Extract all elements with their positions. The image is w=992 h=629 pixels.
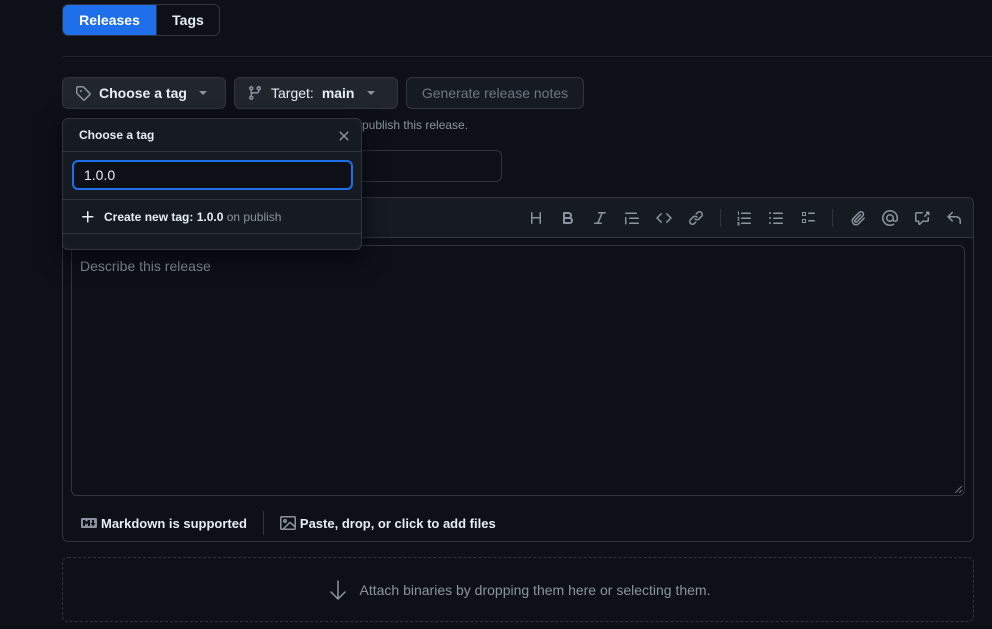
releases-tags-switch: Releases Tags — [62, 4, 220, 36]
branch-icon — [247, 85, 263, 101]
tag-filter-input[interactable] — [72, 160, 353, 190]
target-branch-button[interactable]: Target: main — [234, 77, 398, 109]
undo-icon[interactable] — [944, 208, 964, 228]
tab-tags[interactable]: Tags — [156, 5, 219, 35]
footer-divider — [262, 511, 264, 535]
tab-releases[interactable]: Releases — [63, 5, 156, 35]
markdown-label: Markdown is supported — [101, 515, 247, 531]
quote-icon[interactable] — [622, 208, 642, 228]
target-prefix: Target: — [271, 85, 314, 101]
tag-filter-row — [63, 152, 361, 200]
generate-release-notes-button[interactable]: Generate release notes — [406, 77, 584, 109]
release-title-input[interactable] — [356, 150, 502, 182]
chevron-down-icon — [366, 91, 375, 95]
textarea-placeholder: Describe this release — [80, 258, 211, 274]
toolbar-divider — [720, 209, 721, 227]
create-tag-prefix: Create new tag: — [104, 209, 194, 224]
code-icon[interactable] — [654, 208, 674, 228]
mention-icon[interactable] — [880, 208, 900, 228]
attachment-icon[interactable] — [848, 208, 868, 228]
toolbar-divider — [832, 209, 833, 227]
link-icon[interactable] — [686, 208, 706, 228]
release-description-textarea[interactable]: Describe this release — [71, 245, 965, 496]
resize-handle-icon[interactable] — [955, 486, 962, 493]
chevron-down-icon — [198, 91, 207, 95]
tag-icon — [75, 85, 91, 101]
create-tag-suffix: on publish — [226, 209, 282, 224]
image-icon — [279, 515, 296, 531]
choose-tag-popover: Choose a tag Create new tag: 1.0.0 on pu… — [62, 118, 362, 250]
tag-hint-text: publish this release. — [362, 118, 469, 132]
italic-icon[interactable] — [590, 208, 610, 228]
bold-icon[interactable] — [558, 208, 578, 228]
add-files-button[interactable]: Paste, drop, or click to add files — [279, 515, 496, 531]
popover-title: Choose a tag — [79, 128, 155, 142]
create-new-tag-item[interactable]: Create new tag: 1.0.0 on publish — [63, 200, 361, 234]
plus-icon — [80, 209, 96, 225]
divider — [62, 56, 992, 57]
cross-reference-icon[interactable] — [912, 208, 932, 228]
dropzone-label: Attach binaries by dropping them here or… — [359, 581, 711, 598]
close-icon[interactable] — [336, 128, 352, 144]
markdown-icon — [81, 515, 97, 531]
task-list-icon[interactable] — [798, 208, 818, 228]
arrow-down-icon — [326, 578, 350, 602]
choose-tag-button[interactable]: Choose a tag — [62, 77, 226, 109]
popover-header: Choose a tag — [63, 119, 361, 152]
binaries-dropzone[interactable]: Attach binaries by dropping them here or… — [62, 557, 974, 622]
ordered-list-icon[interactable] — [734, 208, 754, 228]
unordered-list-icon[interactable] — [766, 208, 786, 228]
markdown-supported-link[interactable]: Markdown is supported — [81, 515, 247, 531]
target-branch-name: main — [321, 85, 355, 101]
create-tag-name: 1.0.0 — [196, 209, 224, 224]
choose-tag-label: Choose a tag — [99, 85, 187, 101]
editor-footer: Markdown is supported Paste, drop, or cl… — [63, 504, 973, 542]
heading-icon[interactable] — [526, 208, 546, 228]
add-files-label: Paste, drop, or click to add files — [299, 515, 496, 531]
